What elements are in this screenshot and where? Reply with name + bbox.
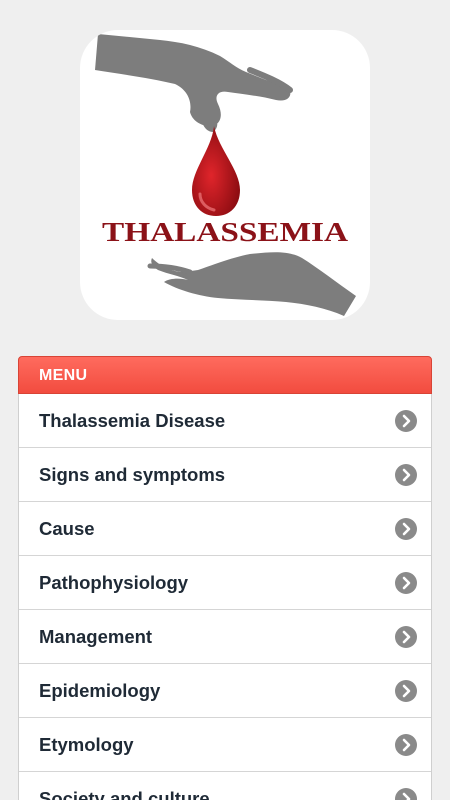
menu-item-epidemiology[interactable]: Epidemiology (19, 664, 431, 718)
menu-item-society-and-culture[interactable]: Society and culture (19, 772, 431, 800)
menu-item-label: Signs and symptoms (39, 464, 226, 485)
main-menu: MENU Thalassemia Disease Signs and sympt… (18, 356, 432, 800)
menu-item-pathophysiology[interactable]: Pathophysiology (19, 556, 431, 610)
menu-item-cause[interactable]: Cause (19, 502, 431, 556)
menu-item-label: Cause (39, 518, 95, 539)
chevron-right-circle-icon (395, 626, 417, 648)
blood-drop (192, 126, 240, 216)
chevron-right-circle-icon (395, 464, 417, 486)
menu-item-thalassemia-disease[interactable]: Thalassemia Disease (19, 394, 431, 448)
menu-item-label: Society and culture (39, 788, 210, 800)
app-screen: THALASSEMIA MENU Thalassemia Disease Sig… (0, 0, 450, 800)
menu-item-label: Pathophysiology (39, 572, 189, 593)
chevron-right-circle-icon (395, 410, 417, 432)
menu-header: MENU (18, 356, 432, 394)
chevron-right-circle-icon (395, 734, 417, 756)
chevron-right-circle-icon (395, 572, 417, 594)
menu-item-label: Epidemiology (39, 680, 161, 701)
logo-text: THALASSEMIA (102, 217, 349, 247)
app-logo: THALASSEMIA (80, 30, 370, 320)
chevron-right-circle-icon (395, 788, 417, 800)
menu-item-etymology[interactable]: Etymology (19, 718, 431, 772)
menu-list: Thalassemia Disease Signs and symptoms C… (18, 394, 432, 800)
menu-item-signs-and-symptoms[interactable]: Signs and symptoms (19, 448, 431, 502)
menu-item-label: Management (39, 626, 153, 647)
menu-item-label: Thalassemia Disease (39, 410, 226, 431)
chevron-right-circle-icon (395, 680, 417, 702)
chevron-right-circle-icon (395, 518, 417, 540)
menu-item-label: Etymology (39, 734, 134, 755)
menu-item-management[interactable]: Management (19, 610, 431, 664)
hands-blood-drop-icon: THALASSEMIA (95, 34, 356, 316)
